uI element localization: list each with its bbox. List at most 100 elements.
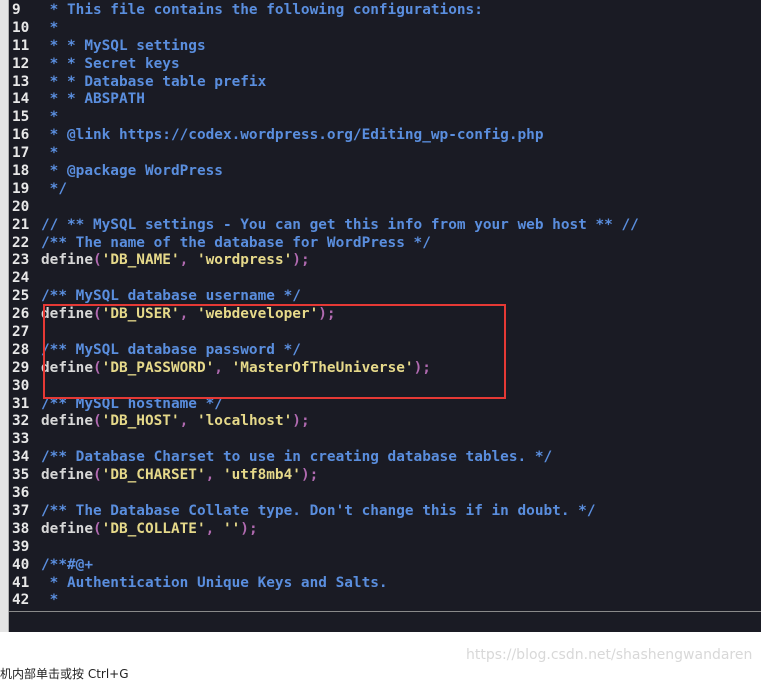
line-number: 34: [12, 449, 30, 466]
code-line[interactable]: 33: [9, 431, 761, 449]
code-comment: * * ABSPATH: [41, 91, 145, 108]
code-line[interactable]: 39: [9, 539, 761, 557]
code-string: 'DB_NAME': [101, 252, 180, 269]
code-punctuation: );: [292, 413, 310, 430]
code-comment: * * MySQL settings: [41, 37, 206, 54]
code-punctuation: ,: [179, 252, 197, 269]
code-line[interactable]: 42 *: [9, 592, 761, 610]
code-line[interactable]: 38 define('DB_COLLATE', '');: [9, 521, 761, 539]
code-comment: * @link https://codex.wordpress.org/Edit…: [41, 127, 544, 144]
line-number: 23: [12, 252, 30, 269]
code-comment: *: [41, 109, 59, 126]
line-number: 32: [12, 413, 30, 430]
code-line[interactable]: 10 *: [9, 20, 761, 38]
code-line[interactable]: 20: [9, 199, 761, 217]
line-number: 17: [12, 145, 30, 162]
code-punctuation: );: [240, 520, 258, 537]
line-number: 42: [12, 592, 30, 609]
line-number: 10: [12, 19, 30, 36]
code-string: 'utf8mb4': [222, 467, 301, 484]
code-comment: *: [41, 19, 59, 36]
code-line[interactable]: 24: [9, 270, 761, 288]
code-comment: /** Database Charset to use in creating …: [41, 449, 553, 466]
line-number: 35: [12, 467, 30, 484]
line-number: 15: [12, 109, 30, 126]
code-comment: * * Secret keys: [41, 55, 180, 72]
code-line[interactable]: 22 /** The name of the database for WordP…: [9, 235, 761, 253]
code-line[interactable]: 37 /** The Database Collate type. Don't c…: [9, 503, 761, 521]
code-comment: * This file contains the following confi…: [41, 2, 483, 18]
code-editor[interactable]: 9 * This file contains the following con…: [0, 0, 761, 632]
code-string: 'DB_CHARSET': [101, 467, 206, 484]
line-number: 28: [12, 341, 30, 358]
code-line[interactable]: 11 * * MySQL settings: [9, 38, 761, 56]
code-string: 'DB_COLLATE': [101, 520, 206, 537]
code-keyword: define: [41, 413, 93, 430]
status-bar-hint: 机内部单击或按 Ctrl+G: [0, 667, 129, 681]
code-punctuation: ,: [205, 467, 223, 484]
code-line[interactable]: 15 *: [9, 109, 761, 127]
code-comment: /** The name of the database for WordPre…: [41, 234, 431, 251]
code-comment: // ** MySQL settings - You can get this …: [41, 216, 639, 233]
line-number: 19: [12, 180, 30, 197]
code-line[interactable]: 41 * Authentication Unique Keys and Salt…: [9, 575, 761, 593]
line-number: 26: [12, 306, 30, 323]
code-comment: *: [41, 145, 59, 162]
code-comment: */: [41, 180, 67, 197]
code-line[interactable]: 12 * * Secret keys: [9, 56, 761, 74]
code-line[interactable]: 21 // ** MySQL settings - You can get thi…: [9, 217, 761, 235]
code-keyword: define: [41, 467, 93, 484]
code-punctuation: );: [300, 467, 319, 484]
line-number: 21: [12, 216, 30, 233]
line-number: 37: [12, 502, 30, 519]
code-line[interactable]: 40 /**#@+: [9, 557, 761, 575]
code-punctuation: (: [92, 252, 102, 269]
code-line[interactable]: 17 *: [9, 145, 761, 163]
line-number: 41: [12, 574, 30, 591]
editor-divider: [9, 611, 761, 612]
code-string: 'DB_HOST': [101, 413, 180, 430]
code-string: 'localhost': [196, 413, 293, 430]
line-number: 22: [12, 234, 30, 251]
line-number: 29: [12, 359, 30, 376]
line-number: 12: [12, 55, 30, 72]
line-number: 16: [12, 127, 30, 144]
watermark-text: https://blog.csdn.net/shashengwandaren: [466, 647, 753, 663]
line-number: 13: [12, 73, 30, 90]
code-line[interactable]: 19 */: [9, 181, 761, 199]
code-line[interactable]: 32 define('DB_HOST', 'localhost');: [9, 413, 761, 431]
line-number: 11: [12, 37, 30, 54]
line-number: 25: [12, 288, 30, 305]
code-punctuation: ,: [179, 413, 197, 430]
code-string: '': [222, 520, 241, 537]
code-comment: * Authentication Unique Keys and Salts.: [41, 574, 388, 591]
code-punctuation: (: [92, 467, 102, 484]
code-line[interactable]: 35 define('DB_CHARSET', 'utf8mb4');: [9, 467, 761, 485]
code-line[interactable]: 13 * * Database table prefix: [9, 74, 761, 92]
code-comment: /** The Database Collate type. Don't cha…: [41, 502, 596, 519]
line-number: 18: [12, 163, 30, 180]
line-number: 40: [12, 556, 30, 573]
credentials-highlight-box: [43, 304, 506, 399]
line-number: 31: [12, 395, 30, 412]
code-line[interactable]: 36: [9, 485, 761, 503]
code-punctuation: );: [292, 252, 310, 269]
line-number: 20: [12, 198, 30, 215]
code-line[interactable]: 34 /** Database Charset to use in creatin…: [9, 449, 761, 467]
code-line[interactable]: 23 define('DB_NAME', 'wordpress');: [9, 252, 761, 270]
code-string: 'wordpress': [196, 252, 293, 269]
line-number: 33: [12, 431, 30, 448]
code-punctuation: ,: [205, 520, 223, 537]
code-line[interactable]: 9 * This file contains the following con…: [9, 2, 761, 20]
code-comment: * * Database table prefix: [41, 73, 267, 90]
code-line[interactable]: 18 * @package WordPress: [9, 163, 761, 181]
line-number: 14: [12, 91, 30, 108]
code-comment: /** MySQL database username */: [41, 288, 301, 305]
code-line[interactable]: 14 * * ABSPATH: [9, 91, 761, 109]
line-number: 39: [12, 538, 30, 555]
line-number: 24: [12, 270, 30, 287]
code-line[interactable]: 16 * @link https://codex.wordpress.org/E…: [9, 127, 761, 145]
line-number: 9: [12, 2, 21, 18]
line-number: 38: [12, 520, 30, 537]
editor-gutter-edge: [0, 0, 9, 632]
